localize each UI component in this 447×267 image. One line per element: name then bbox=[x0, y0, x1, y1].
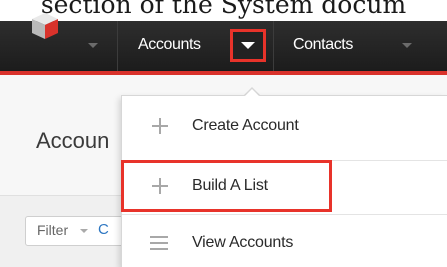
logo-menu-chevron-icon[interactable] bbox=[88, 43, 98, 48]
accounts-menu-toggle-button[interactable] bbox=[230, 29, 266, 62]
menu-item-label: View Accounts bbox=[192, 234, 294, 251]
page-caption: section of the System docum bbox=[40, 0, 407, 19]
top-navbar bbox=[0, 21, 447, 71]
highlight-annotation-box bbox=[121, 160, 332, 212]
nav-tab-contacts[interactable]: Contacts bbox=[293, 36, 353, 54]
page-title: Accoun bbox=[36, 128, 110, 153]
plus-icon bbox=[152, 118, 168, 134]
nav-separator bbox=[273, 21, 274, 71]
chevron-down-icon bbox=[80, 229, 88, 233]
filter-value[interactable]: C bbox=[98, 221, 109, 238]
nav-tab-accounts[interactable]: Accounts bbox=[138, 36, 201, 54]
nav-separator bbox=[117, 21, 118, 71]
contacts-menu-chevron-icon[interactable] bbox=[402, 43, 412, 48]
sugar-cube-icon[interactable] bbox=[30, 11, 60, 41]
menu-item-label: Create Account bbox=[192, 117, 299, 134]
filter-label: Filter bbox=[37, 222, 69, 238]
list-icon bbox=[150, 236, 168, 250]
chevron-down-icon bbox=[241, 42, 255, 49]
dropdown-pointer-inner bbox=[245, 89, 259, 96]
